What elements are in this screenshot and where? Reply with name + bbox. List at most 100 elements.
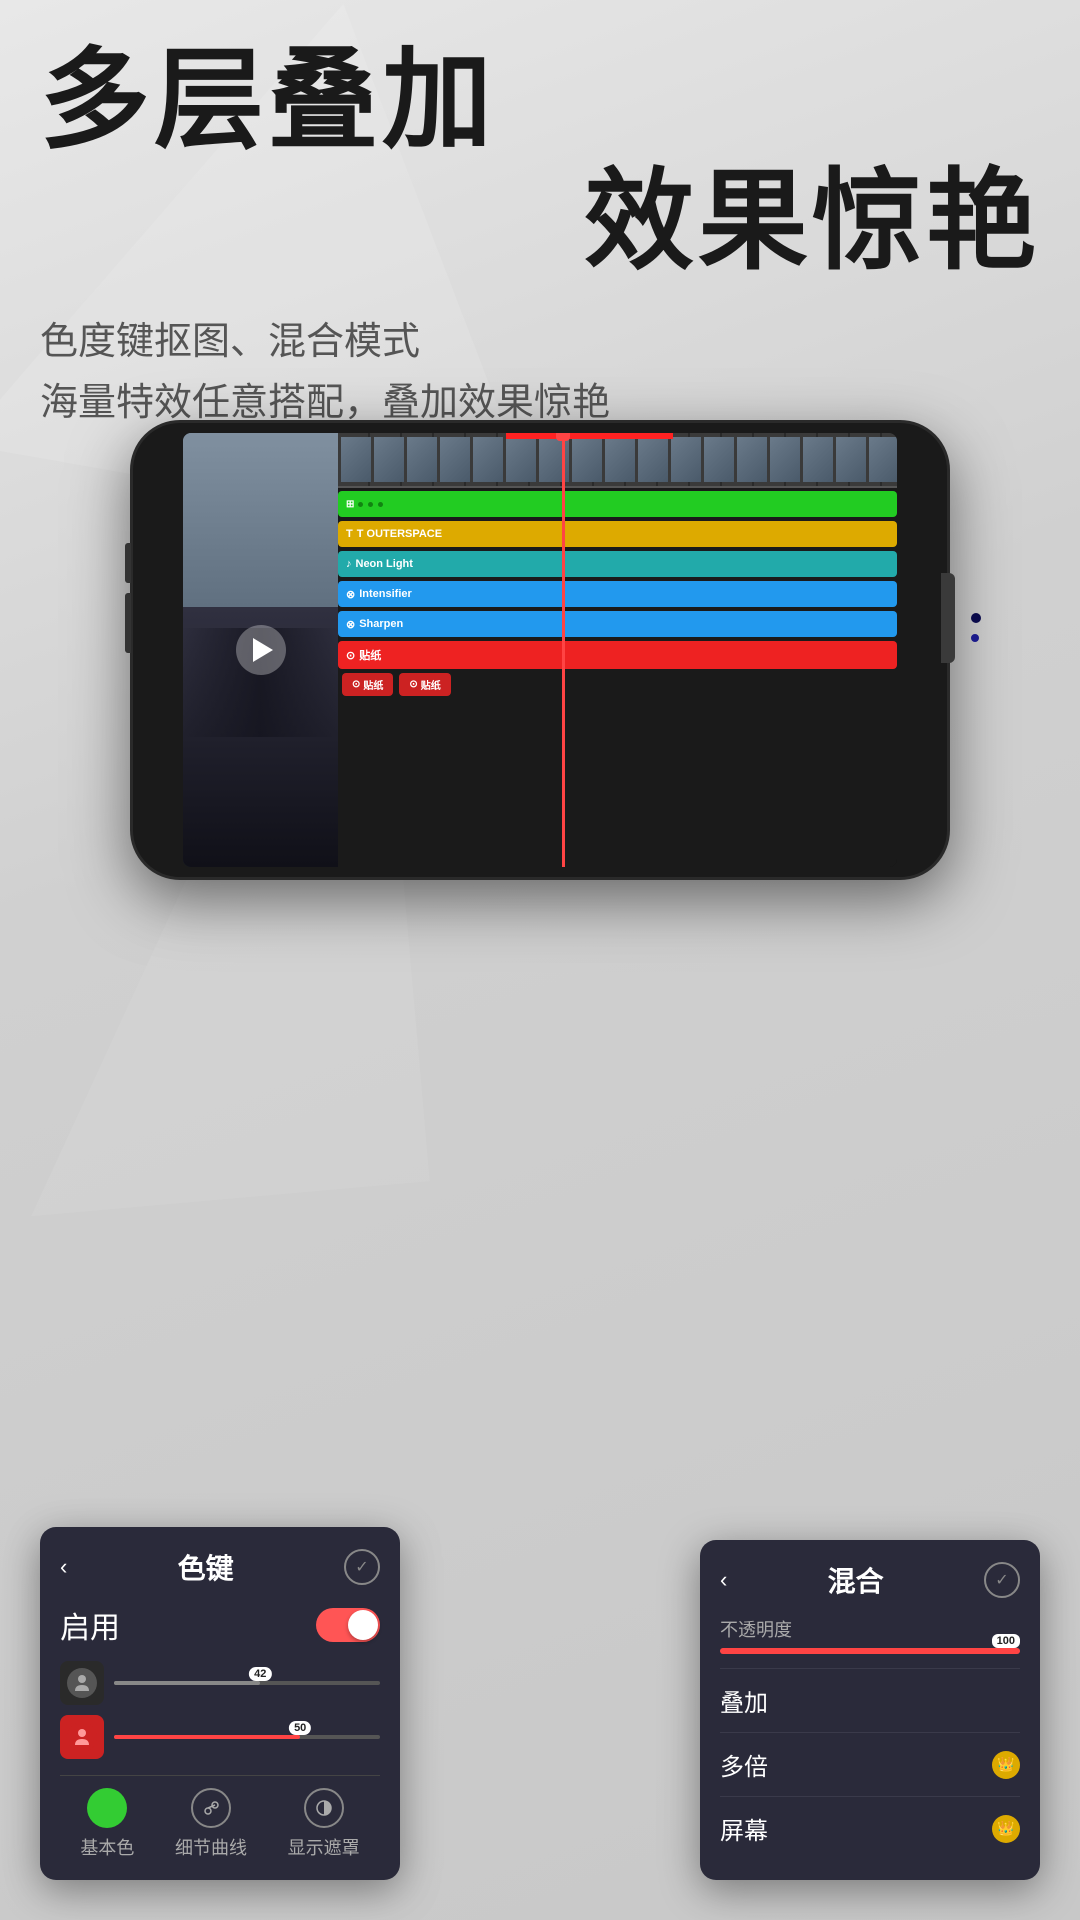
- opacity-label: 不透明度: [720, 1616, 1020, 1642]
- film-cell: [803, 437, 833, 482]
- slider-2-track[interactable]: 50: [114, 1735, 380, 1739]
- detail-curve-button[interactable]: 细节曲线: [175, 1788, 247, 1860]
- show-mask-button[interactable]: 显示遮罩: [288, 1788, 360, 1860]
- slider-1-container: 42: [60, 1661, 380, 1705]
- enable-label: 启用: [60, 1603, 120, 1647]
- film-cell: [473, 437, 503, 482]
- mix-option-overlay[interactable]: 叠加: [720, 1668, 1020, 1732]
- play-icon: [253, 638, 273, 662]
- show-mask-label: 显示遮罩: [288, 1834, 360, 1860]
- mix-title: 混合: [828, 1560, 884, 1600]
- opacity-slider[interactable]: 100: [720, 1648, 1020, 1654]
- film-cell: [737, 437, 767, 482]
- mix-option-screen[interactable]: 屏幕 👑: [720, 1796, 1020, 1860]
- hero-subtitle: 色度键抠图、混合模式 海量特效任意搭配，叠加效果惊艳: [40, 312, 1040, 434]
- sticker-tag-2: ⊙贴纸: [399, 673, 450, 696]
- color-thumb-2: [60, 1715, 104, 1759]
- film-cell: [506, 437, 536, 482]
- timeline: ⊞ T T OUTERSPACE ♪ Neon Light: [338, 433, 897, 867]
- toggle-thumb: [348, 1610, 378, 1640]
- person-icon: [67, 1668, 97, 1698]
- curve-icon: [191, 1788, 231, 1828]
- mix-header: ‹ 混合 ✓: [720, 1560, 1020, 1600]
- track-neonlight: ♪ Neon Light: [338, 551, 897, 577]
- basic-color-label: 基本色: [80, 1834, 134, 1860]
- enable-row: 启用: [60, 1603, 380, 1647]
- enable-toggle[interactable]: [316, 1608, 380, 1642]
- contrast-icon: [304, 1788, 344, 1828]
- track-intensifier: ⊗ Intensifier: [338, 581, 897, 607]
- colorkey-back-button[interactable]: ‹: [60, 1554, 67, 1580]
- film-cell: [638, 437, 668, 482]
- neonlight-label: Neon Light: [356, 558, 413, 570]
- hero-section: 多层叠加 效果惊艳 色度键抠图、混合模式 海量特效任意搭配，叠加效果惊艳: [40, 40, 1040, 434]
- volume-up-button: [125, 593, 131, 653]
- colorkey-header: ‹ 色键 ✓: [60, 1547, 380, 1587]
- screen-label: 屏幕: [720, 1811, 768, 1846]
- film-cell: [704, 437, 734, 482]
- film-cell: [836, 437, 866, 482]
- phone-screen: ⊞ T T OUTERSPACE ♪ Neon Light: [183, 433, 897, 867]
- film-cell: [671, 437, 701, 482]
- power-button: [941, 573, 955, 663]
- detail-curve-label: 细节曲线: [175, 1834, 247, 1860]
- film-cell: [341, 437, 371, 482]
- film-selection-bar: [506, 433, 674, 439]
- panel-mix: ‹ 混合 ✓ 不透明度 100 叠加 多倍 👑 屏幕 👑: [700, 1540, 1040, 1880]
- sticker-tag-1: ⊙贴纸: [342, 673, 393, 696]
- crown-icon-multiply: 👑: [992, 1751, 1020, 1779]
- opacity-value: 100: [992, 1634, 1020, 1648]
- intensifier-label: Intensifier: [359, 588, 412, 600]
- color-thumb-1: [60, 1661, 104, 1705]
- film-strip: [338, 433, 897, 488]
- sharpen-label: Sharpen: [359, 618, 403, 630]
- slider-2-container: 50: [60, 1715, 380, 1759]
- mix-confirm-button[interactable]: ✓: [984, 1562, 1020, 1598]
- colorkey-title: 色键: [178, 1547, 234, 1587]
- film-cell: [605, 437, 635, 482]
- sticker-main-label: 贴纸: [359, 647, 381, 663]
- phone-mockup: ⊞ T T OUTERSPACE ♪ Neon Light: [20, 420, 1060, 880]
- slider-2-value: 50: [289, 1721, 311, 1735]
- opacity-section: 不透明度 100: [720, 1616, 1020, 1654]
- mix-back-button[interactable]: ‹: [720, 1567, 727, 1593]
- film-cell: [869, 437, 897, 482]
- track-outerspace: T T OUTERSPACE: [338, 521, 897, 547]
- colorkey-confirm-button[interactable]: ✓: [344, 1549, 380, 1585]
- hero-title-line2: 效果惊艳: [40, 161, 1040, 282]
- sticker-row: ⊙贴纸 ⊙贴纸: [338, 673, 897, 696]
- camera-dot2: [971, 634, 979, 642]
- mix-option-multiply[interactable]: 多倍 👑: [720, 1732, 1020, 1796]
- slider-1-value: 42: [249, 1667, 271, 1681]
- hero-subtitle-line1: 色度键抠图、混合模式: [40, 312, 1040, 373]
- crown-icon-screen: 👑: [992, 1815, 1020, 1843]
- track-video: ⊞: [338, 491, 897, 517]
- hero-title-line1: 多层叠加: [40, 40, 1040, 161]
- playhead: [562, 433, 565, 867]
- opacity-fill: [720, 1648, 1020, 1654]
- phone-body: ⊞ T T OUTERSPACE ♪ Neon Light: [130, 420, 950, 880]
- track-sticker-main: ⊙ 贴纸: [338, 641, 897, 669]
- film-cell: [374, 437, 404, 482]
- film-cell: [440, 437, 470, 482]
- video-preview: [183, 433, 338, 867]
- person-red-icon: [67, 1722, 97, 1752]
- panel-colorkey: ‹ 色键 ✓ 启用 42: [40, 1527, 400, 1880]
- multiply-label: 多倍: [720, 1747, 768, 1782]
- playhead-dot: [556, 433, 570, 441]
- slider-2-fill: [114, 1735, 300, 1739]
- play-button[interactable]: [236, 625, 286, 675]
- film-cell: [572, 437, 602, 482]
- camera-dot1: [971, 613, 981, 623]
- basic-color-button[interactable]: ● 基本色: [80, 1788, 134, 1860]
- slider-1-fill: [114, 1681, 260, 1685]
- film-cell: [770, 437, 800, 482]
- outerspace-label: T OUTERSPACE: [357, 528, 442, 540]
- track-sharpen: ⊗ Sharpen: [338, 611, 897, 637]
- green-circle-icon: ●: [87, 1788, 127, 1828]
- colorkey-bottom-icons: ● 基本色 细节曲线 显示遮罩: [60, 1775, 380, 1860]
- overlay-label: 叠加: [720, 1683, 768, 1718]
- slider-1-track[interactable]: 42: [114, 1681, 380, 1685]
- volume-down-button: [125, 543, 131, 583]
- film-cell: [407, 437, 437, 482]
